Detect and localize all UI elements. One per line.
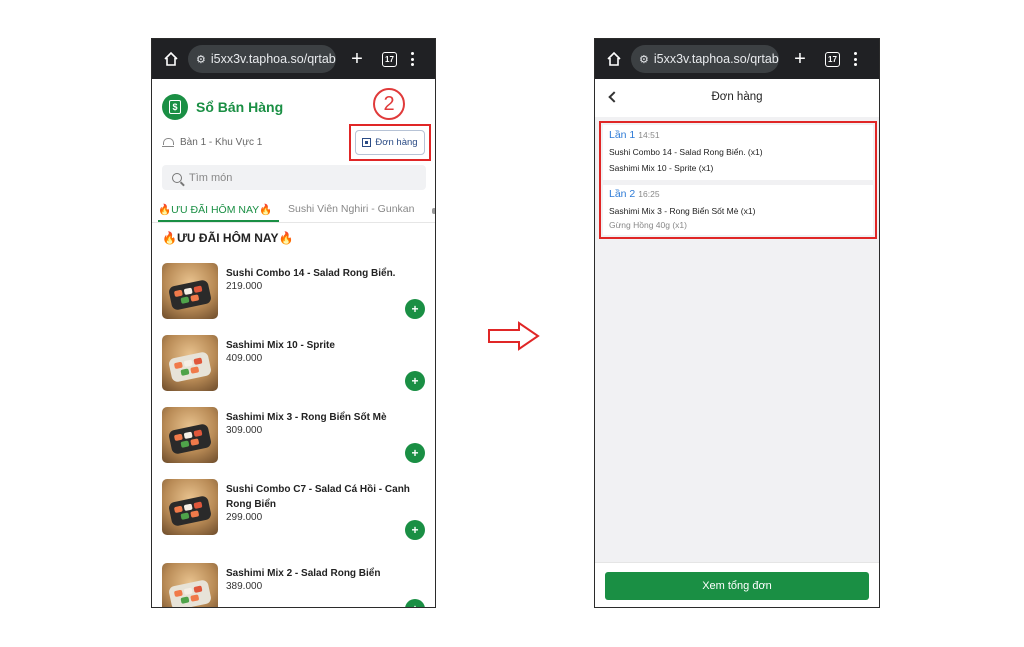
service-bell-icon (162, 137, 174, 148)
list-item[interactable]: Sashimi Mix 2 - Salad Rong Biển 389.000 … (152, 563, 435, 607)
phone-screen-orders: ⚙ i5xx3v.taphoa.so/qrtabl + 17 Đơn hàng … (594, 38, 880, 608)
tabs-icon[interactable]: 17 (382, 51, 397, 67)
active-tab-indicator (158, 220, 279, 222)
view-summary-button[interactable]: Xem tổng đơn (605, 572, 869, 600)
url-text: i5xx3v.taphoa.so/qrtabl (653, 52, 779, 66)
order-round-card: Lần 2 16:25 Sashimi Mix 3 - Rong Biển Sốt… (603, 185, 873, 235)
brand-name: Sổ Bán Hàng (196, 99, 284, 115)
product-image (162, 407, 218, 463)
tab-sushi-nigiri[interactable]: Sushi Viên Nghiri - Gunkan (288, 203, 414, 215)
order-round-header: Lần 1 14:51 (609, 129, 660, 141)
new-tab-icon[interactable]: + (791, 49, 809, 69)
address-bar[interactable]: ⚙ i5xx3v.taphoa.so/qrtabl (188, 45, 336, 73)
url-text: i5xx3v.taphoa.so/qrtabl (210, 52, 336, 66)
product-image (162, 479, 218, 535)
section-title: 🔥ƯU ĐÃI HÔM NAY🔥 (162, 231, 294, 245)
new-tab-icon[interactable]: + (348, 49, 366, 69)
search-input[interactable]: Tìm món (162, 165, 426, 190)
product-image (162, 563, 218, 607)
home-icon[interactable] (603, 51, 625, 67)
browser-toolbar: ⚙ i5xx3v.taphoa.so/qrtabl + 17 (152, 39, 435, 79)
site-settings-icon[interactable]: ⚙ (196, 53, 206, 66)
product-name: Sushi Combo C7 - Salad Cá Hồi - Canh Ron… (226, 484, 410, 510)
more-menu-icon[interactable] (411, 52, 414, 66)
add-to-cart-button[interactable]: + (405, 299, 425, 319)
product-price: 389.000 (226, 581, 263, 592)
orders-button-label: Đơn hàng (375, 137, 418, 148)
tabs-icon[interactable]: 17 (825, 51, 840, 67)
list-item[interactable]: Sashimi Mix 10 - Sprite 409.000 + (152, 335, 435, 407)
list-item[interactable]: Sushi Combo 14 - Salad Rong Biển. 219.00… (152, 263, 435, 335)
category-tabs: 🔥ƯU ĐÃI HÔM NAY🔥 Sushi Viên Nghiri - Gun… (152, 199, 435, 223)
product-name: Sashimi Mix 2 - Salad Rong Biển (226, 568, 381, 579)
site-settings-icon[interactable]: ⚙ (639, 53, 649, 66)
product-image (162, 263, 218, 319)
order-line: Sushi Combo 14 - Salad Rong Biển. (x1) (609, 147, 763, 157)
orders-button[interactable]: Đơn hàng (355, 130, 425, 155)
home-icon[interactable] (160, 51, 182, 67)
product-price: 219.000 (226, 281, 263, 292)
add-to-cart-button[interactable]: + (405, 443, 425, 463)
more-menu-icon[interactable] (854, 52, 857, 66)
highlight-frame: Đơn hàng (349, 124, 431, 161)
phone-screen-menu: ⚙ i5xx3v.taphoa.so/qrtabl + 17 $ Sổ Bán … (151, 38, 436, 608)
list-item[interactable]: Sushi Combo C7 - Salad Cá Hồi - Canh Ron… (152, 479, 435, 563)
search-icon (172, 172, 182, 183)
receipt-icon (362, 138, 372, 147)
step-number-badge: 2 (373, 88, 405, 120)
list-item[interactable]: Sashimi Mix 3 - Rong Biển Sốt Mè 309.000… (152, 407, 435, 479)
product-name: Sushi Combo 14 - Salad Rong Biển. (226, 268, 396, 279)
search-placeholder: Tìm món (189, 171, 233, 184)
product-price: 299.000 (226, 512, 263, 523)
table-info-text: Bàn 1 - Khu Vực 1 (180, 137, 263, 148)
table-info: Bàn 1 - Khu Vực 1 (162, 137, 262, 148)
round-time: 16:25 (638, 189, 660, 199)
brand-header: $ Sổ Bán Hàng (162, 94, 283, 120)
product-image (162, 335, 218, 391)
transition-arrow-icon (487, 321, 541, 356)
order-line-extra: Gừng Hồng 40g (x1) (609, 220, 687, 230)
more-tabs-indicator (432, 208, 435, 214)
address-bar[interactable]: ⚙ i5xx3v.taphoa.so/qrtabl (631, 45, 779, 73)
order-line: Sashimi Mix 3 - Rong Biển Sốt Mè (x1) (609, 206, 756, 216)
browser-toolbar: ⚙ i5xx3v.taphoa.so/qrtabl + 17 (595, 39, 879, 79)
product-list: Sushi Combo 14 - Salad Rong Biển. 219.00… (152, 263, 435, 607)
tab-promotions[interactable]: 🔥ƯU ĐÃI HÔM NAY🔥 (158, 203, 272, 216)
highlight-frame: Lần 1 14:51 Sushi Combo 14 - Salad Rong B… (599, 121, 877, 239)
page-header: Đơn hàng (595, 79, 879, 117)
product-name: Sashimi Mix 3 - Rong Biển Sốt Mè (226, 412, 387, 423)
add-to-cart-button[interactable]: + (405, 599, 425, 607)
page-title: Đơn hàng (711, 91, 763, 103)
add-to-cart-button[interactable]: + (405, 371, 425, 391)
order-round-card: Lần 1 14:51 Sushi Combo 14 - Salad Rong B… (603, 125, 873, 180)
add-to-cart-button[interactable]: + (405, 520, 425, 540)
order-line: Sashimi Mix 10 - Sprite (x1) (609, 163, 714, 173)
product-name: Sashimi Mix 10 - Sprite (226, 340, 335, 351)
round-label: Lần 2 (609, 188, 636, 200)
page-footer: Xem tổng đơn (595, 562, 879, 607)
round-label: Lần 1 (609, 129, 636, 141)
product-price: 309.000 (226, 425, 263, 436)
product-price: 409.000 (226, 353, 263, 364)
round-time: 14:51 (638, 130, 660, 140)
dollar-book-icon: $ (162, 94, 188, 120)
order-round-header: Lần 2 16:25 (609, 188, 660, 200)
